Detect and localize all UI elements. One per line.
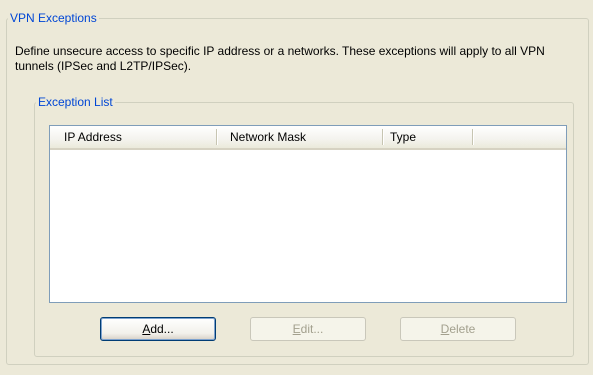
column-header-ip-address[interactable]: IP Address [58, 126, 216, 148]
column-divider[interactable] [216, 129, 217, 145]
edit-button-label: dit... [300, 322, 324, 336]
vpn-exceptions-title: VPN Exceptions [8, 11, 99, 25]
list-header: IP Address Network Mask Type [50, 126, 566, 150]
column-divider[interactable] [472, 129, 473, 145]
edit-button-mnemonic: E [292, 322, 301, 336]
edit-button[interactable]: Edit... [250, 317, 366, 341]
add-button-label: dd... [150, 322, 174, 336]
exception-list-view[interactable]: IP Address Network Mask Type [49, 125, 567, 303]
vpn-exceptions-description: Define unsecure access to specific IP ad… [15, 44, 545, 73]
delete-button-label: elete [449, 322, 476, 336]
column-header-type[interactable]: Type [384, 126, 472, 148]
delete-button[interactable]: Delete [400, 317, 516, 341]
add-button[interactable]: Add... [100, 317, 216, 341]
column-divider[interactable] [382, 129, 383, 145]
column-header-network-mask[interactable]: Network Mask [224, 126, 382, 148]
delete-button-mnemonic: D [440, 322, 450, 336]
vpn-exceptions-panel: VPN Exceptions Define unsecure access to… [0, 0, 593, 375]
exception-list-title: Exception List [36, 95, 115, 109]
